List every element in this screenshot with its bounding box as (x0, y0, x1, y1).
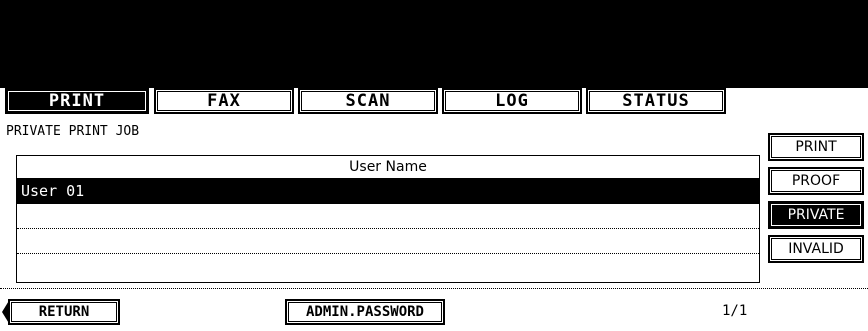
divider (0, 288, 868, 289)
section-title: PRIVATE PRINT JOB (6, 124, 140, 139)
list-item[interactable]: User 01 (17, 179, 759, 204)
print-button[interactable]: PRINT (768, 133, 864, 161)
user-list: User Name User 01 (16, 155, 760, 283)
private-button[interactable]: PRIVATE (768, 201, 864, 229)
return-label: RETURN (38, 304, 90, 320)
top-banner (0, 0, 868, 88)
list-item[interactable] (17, 254, 759, 278)
list-item[interactable] (17, 229, 759, 254)
tab-log[interactable]: LOG (442, 88, 582, 114)
tab-status[interactable]: STATUS (586, 88, 726, 114)
return-button[interactable]: RETURN (2, 299, 120, 325)
tab-fax[interactable]: FAX (154, 88, 294, 114)
admin-password-button[interactable]: ADMIN.PASSWORD (285, 299, 445, 325)
page-indicator: 1/1 (722, 303, 748, 319)
invalid-button[interactable]: INVALID (768, 235, 864, 263)
tab-scan[interactable]: SCAN (298, 88, 438, 114)
tab-print[interactable]: PRINT (5, 88, 149, 114)
column-header-user-name: User Name (17, 156, 759, 179)
proof-button[interactable]: PROOF (768, 167, 864, 195)
list-item[interactable] (17, 204, 759, 229)
tab-bar: PRINT FAX SCAN LOG STATUS (0, 88, 868, 120)
